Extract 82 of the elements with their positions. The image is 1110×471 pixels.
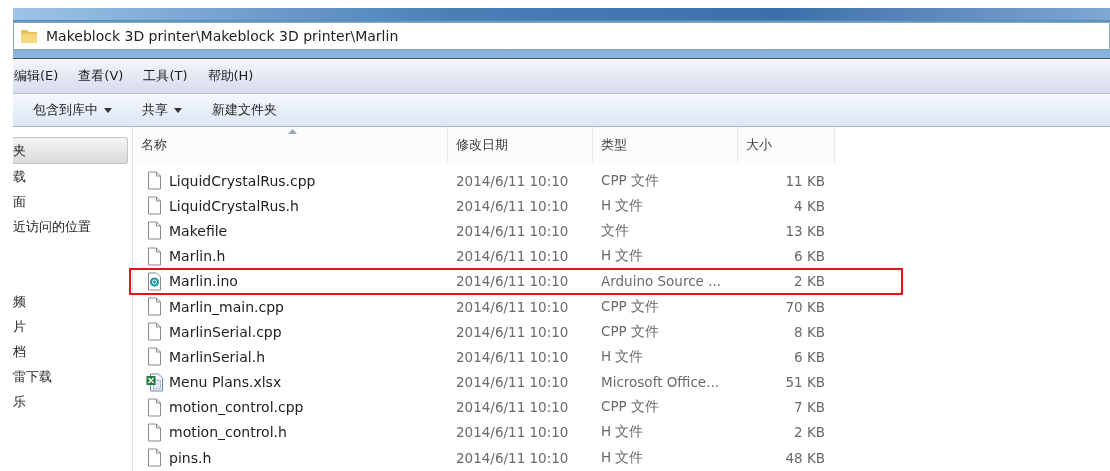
file-name[interactable]: MarlinSerial.cpp [169,323,282,340]
file-name[interactable]: Marlin.ino [169,273,238,290]
size-cell: 6 KB [794,348,825,365]
file-name[interactable]: Makefile [169,222,228,239]
sidebar-item[interactable]: 档 [13,339,132,364]
date-cell: 2014/6/11 10:10 [456,222,569,239]
type-cell: H 文件 [601,196,644,213]
file-icon [146,347,163,367]
size-cell: 2 KB [794,424,825,441]
toolbar-button[interactable]: 包含到库中 [33,99,112,121]
arduino-file-icon [146,271,163,291]
spreadsheet-file-icon [146,372,163,392]
file-icon [146,196,163,216]
file-name[interactable]: LiquidCrystalRus.cpp [169,172,316,189]
date-cell: 2014/6/11 10:10 [456,424,569,441]
folder-icon [20,27,38,45]
file-name[interactable]: Marlin.h [169,248,226,265]
type-cell: Arduino Source ... [601,273,722,290]
date-cell: 2014/6/11 10:10 [456,348,569,365]
file-icon [146,246,163,266]
caret-icon [174,107,182,113]
file-name[interactable]: LiquidCrystalRus.h [169,197,299,214]
toolbar-button[interactable]: 新建文件夹 [212,99,277,121]
sidebar-item[interactable]: 近访问的位置 [13,214,132,239]
date-cell: 2014/6/11 10:10 [456,273,569,290]
file-icon [146,422,163,442]
date-cell: 2014/6/11 10:10 [456,172,569,189]
date-cell: 2014/6/11 10:10 [456,197,569,214]
sidebar-item[interactable]: 片 [13,314,132,339]
size-cell: 13 KB [785,222,825,239]
address-path: Makeblock 3D printer\Makeblock 3D printer\Marlin [46,28,399,44]
file-icon [146,221,163,241]
file-icon [146,322,163,342]
sidebar-item[interactable]: 乐 [13,389,132,414]
menu-item[interactable]: 帮助(H) [206,67,255,85]
file-name[interactable]: MarlinSerial.h [169,348,265,365]
date-cell: 2014/6/11 10:10 [456,323,569,340]
size-cell: 2 KB [794,273,825,290]
menu-item[interactable]: 编辑(E) [13,67,60,85]
type-cell: H 文件 [601,347,644,364]
file-icon [146,397,163,417]
type-cell: Microsoft Office... [601,374,719,391]
file-icon [146,171,163,191]
sidebar-item[interactable]: 频 [13,289,132,314]
file-name[interactable]: motion_control.h [169,424,287,441]
caret-icon [104,107,112,113]
date-cell: 2014/6/11 10:10 [456,399,569,416]
file-name[interactable]: motion_control.cpp [169,399,304,416]
size-cell: 51 KB [785,374,825,391]
size-cell: 6 KB [794,248,825,265]
size-cell: 4 KB [794,197,825,214]
date-cell: 2014/6/11 10:10 [456,298,569,315]
type-cell: 文件 [601,221,629,238]
type-cell: H 文件 [601,423,644,440]
type-cell: CPP 文件 [601,322,659,339]
date-cell: 2014/6/11 10:10 [456,449,569,466]
date-cell: 2014/6/11 10:10 [456,374,569,391]
size-cell: 7 KB [794,399,825,416]
size-cell: 11 KB [785,172,825,189]
sidebar-item[interactable]: 面 [13,189,132,214]
file-icon [146,448,163,468]
file-name[interactable]: Menu Plans.xlsx [169,374,282,391]
size-cell: 70 KB [785,298,825,315]
file-name[interactable]: pins.h [169,449,212,466]
type-cell: H 文件 [601,448,644,465]
toolbar-button[interactable]: 共享 [142,99,182,121]
size-cell: 48 KB [785,449,825,466]
address-bar[interactable]: Makeblock 3D printer\Makeblock 3D printer\Marlin [13,22,1110,50]
file-icon [146,297,163,317]
file-name[interactable]: Marlin_main.cpp [169,298,284,315]
sidebar-item[interactable]: 载 [13,164,132,189]
menu-item[interactable]: 工具(T) [142,67,189,85]
type-cell: H 文件 [601,247,644,264]
type-cell: CPP 文件 [601,297,659,314]
menu-item[interactable]: 查看(V) [77,67,125,85]
sort-arrow-icon [288,129,297,134]
type-cell: CPP 文件 [601,171,659,188]
type-cell: CPP 文件 [601,398,659,415]
date-cell: 2014/6/11 10:10 [456,248,569,265]
sidebar-item[interactable]: 雷下载 [13,364,132,389]
sidebar-item[interactable]: 夹 [13,137,128,164]
size-cell: 8 KB [794,323,825,340]
